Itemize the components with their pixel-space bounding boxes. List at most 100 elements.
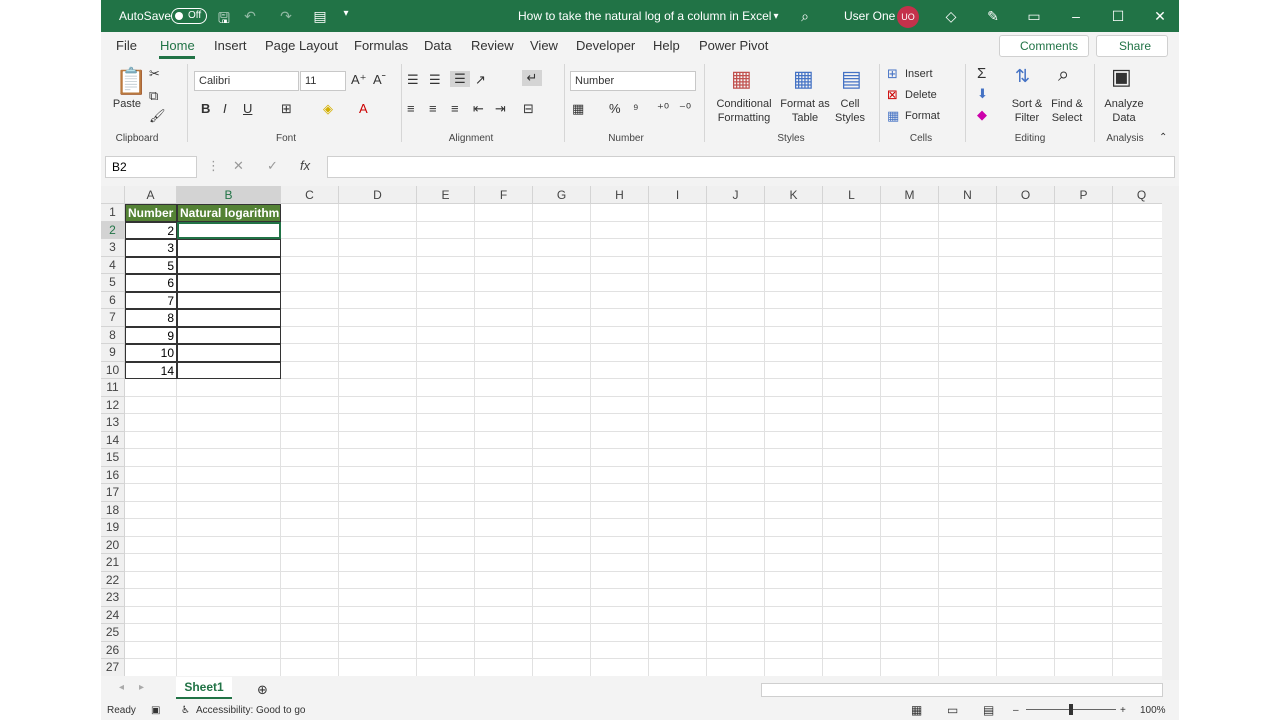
align-left-icon[interactable]: ≡ — [407, 101, 415, 116]
cell-g4[interactable] — [533, 256, 591, 274]
cell-e22[interactable] — [417, 571, 475, 589]
cell-e24[interactable] — [417, 606, 475, 624]
cell-o15[interactable] — [997, 449, 1055, 467]
header-number[interactable]: Number — [125, 204, 177, 222]
tab-formulas[interactable]: Formulas — [354, 38, 408, 53]
cell-k14[interactable] — [765, 431, 823, 449]
cell-j24[interactable] — [707, 606, 765, 624]
cell-e16[interactable] — [417, 466, 475, 484]
cell-j6[interactable] — [707, 291, 765, 309]
cell-q13[interactable] — [1113, 414, 1162, 432]
cell-i21[interactable] — [649, 554, 707, 572]
cell-l6[interactable] — [823, 291, 881, 309]
cell-a23[interactable] — [125, 589, 177, 607]
cell-d22[interactable] — [339, 571, 417, 589]
cell-k2[interactable] — [765, 221, 823, 239]
cell-f16[interactable] — [475, 466, 533, 484]
customize-qat-icon[interactable]: ▾ — [337, 8, 355, 19]
cell-e11[interactable] — [417, 379, 475, 397]
cell-i22[interactable] — [649, 571, 707, 589]
autosum-icon[interactable]: Σ — [977, 65, 986, 82]
wrap-text-icon[interactable]: ↵ — [522, 70, 542, 86]
analyze-data-label-2[interactable]: Data — [1101, 111, 1147, 125]
cell-m6[interactable] — [881, 291, 939, 309]
cell-p1[interactable] — [1055, 204, 1113, 222]
cell-g22[interactable] — [533, 571, 591, 589]
cell-c6[interactable] — [281, 291, 339, 309]
format-painter-icon[interactable]: 🖌 — [149, 108, 166, 124]
cell-b15[interactable] — [177, 449, 281, 467]
cell-g5[interactable] — [533, 274, 591, 292]
column-header-d[interactable]: D — [339, 186, 417, 204]
cell-b22[interactable] — [177, 571, 281, 589]
cell-m2[interactable] — [881, 221, 939, 239]
tab-data[interactable]: Data — [424, 38, 451, 53]
maximize-button[interactable]: ☐ — [1106, 6, 1130, 26]
cell-c8[interactable] — [281, 326, 339, 344]
cell-o11[interactable] — [997, 379, 1055, 397]
cell-p10[interactable] — [1055, 361, 1113, 379]
cell-o13[interactable] — [997, 414, 1055, 432]
cell-a13[interactable] — [125, 414, 177, 432]
cell-a6[interactable]: 7 — [125, 291, 177, 309]
cell-m1[interactable] — [881, 204, 939, 222]
cell-j4[interactable] — [707, 256, 765, 274]
cell-q14[interactable] — [1113, 432, 1162, 449]
cell-i8[interactable] — [649, 326, 707, 344]
cell-h3[interactable] — [591, 239, 649, 257]
cell-h26[interactable] — [591, 641, 649, 659]
cell-c5[interactable] — [281, 274, 339, 292]
cell-i25[interactable] — [649, 624, 707, 642]
cell-h4[interactable] — [591, 256, 649, 274]
format-as-table-icon[interactable]: ▦ — [793, 66, 814, 92]
orientation-icon[interactable]: ↗ — [475, 72, 486, 88]
zoom-level[interactable]: 100% — [1140, 705, 1166, 716]
cell-n8[interactable] — [939, 326, 997, 344]
format-label[interactable]: Format — [905, 109, 940, 123]
row-header-8[interactable]: 8 — [101, 326, 125, 344]
cell-o19[interactable] — [997, 519, 1055, 537]
cell-g18[interactable] — [533, 501, 591, 519]
row-header-16[interactable]: 16 — [101, 466, 125, 484]
cell-j3[interactable] — [707, 239, 765, 257]
cell-g7[interactable] — [533, 309, 591, 327]
delete-cells-icon[interactable]: ⊠ — [887, 87, 898, 103]
cell-l27[interactable] — [823, 659, 881, 676]
cell-i5[interactable] — [649, 274, 707, 292]
cell-n16[interactable] — [939, 466, 997, 484]
cell-n7[interactable] — [939, 309, 997, 327]
cell-l16[interactable] — [823, 466, 881, 484]
cell-d16[interactable] — [339, 466, 417, 484]
cell-p17[interactable] — [1055, 484, 1113, 502]
cell-f5[interactable] — [475, 274, 533, 292]
column-header-c[interactable]: C — [281, 186, 339, 204]
format-as-table-label-1[interactable]: Format as — [777, 97, 833, 111]
cell-i16[interactable] — [649, 466, 707, 484]
cell-e20[interactable] — [417, 536, 475, 554]
save-icon[interactable]: 🖫 — [215, 8, 233, 32]
tab-developer[interactable]: Developer — [576, 38, 635, 53]
cell-e5[interactable] — [417, 274, 475, 292]
column-header-g[interactable]: G — [533, 186, 591, 204]
cell-n23[interactable] — [939, 589, 997, 607]
cell-a12[interactable] — [125, 396, 177, 414]
copy-icon[interactable]: ⧉ — [149, 88, 158, 104]
cell-b16[interactable] — [177, 466, 281, 484]
cell-l24[interactable] — [823, 606, 881, 624]
cell-e13[interactable] — [417, 414, 475, 432]
cell-m13[interactable] — [881, 414, 939, 432]
cell-g20[interactable] — [533, 536, 591, 554]
bottom-align-icon[interactable]: ☰ — [450, 71, 470, 87]
cell-o23[interactable] — [997, 589, 1055, 607]
cell-e9[interactable] — [417, 344, 475, 362]
cell-i17[interactable] — [649, 484, 707, 502]
worksheet-grid[interactable]: A B C D E F G H I J K L M N O P Q 1 Number Natural logarith… — [101, 186, 1162, 676]
cell-j17[interactable] — [707, 484, 765, 502]
analyze-data-label-1[interactable]: Analyze — [1101, 97, 1147, 111]
cell-m22[interactable] — [881, 571, 939, 589]
comma-style-icon[interactable]: ⁹ — [633, 101, 639, 116]
decrease-indent-icon[interactable]: ⇤ — [473, 101, 484, 117]
cell-g9[interactable] — [533, 344, 591, 362]
cell-l13[interactable] — [823, 414, 881, 432]
cell-o12[interactable] — [997, 396, 1055, 414]
